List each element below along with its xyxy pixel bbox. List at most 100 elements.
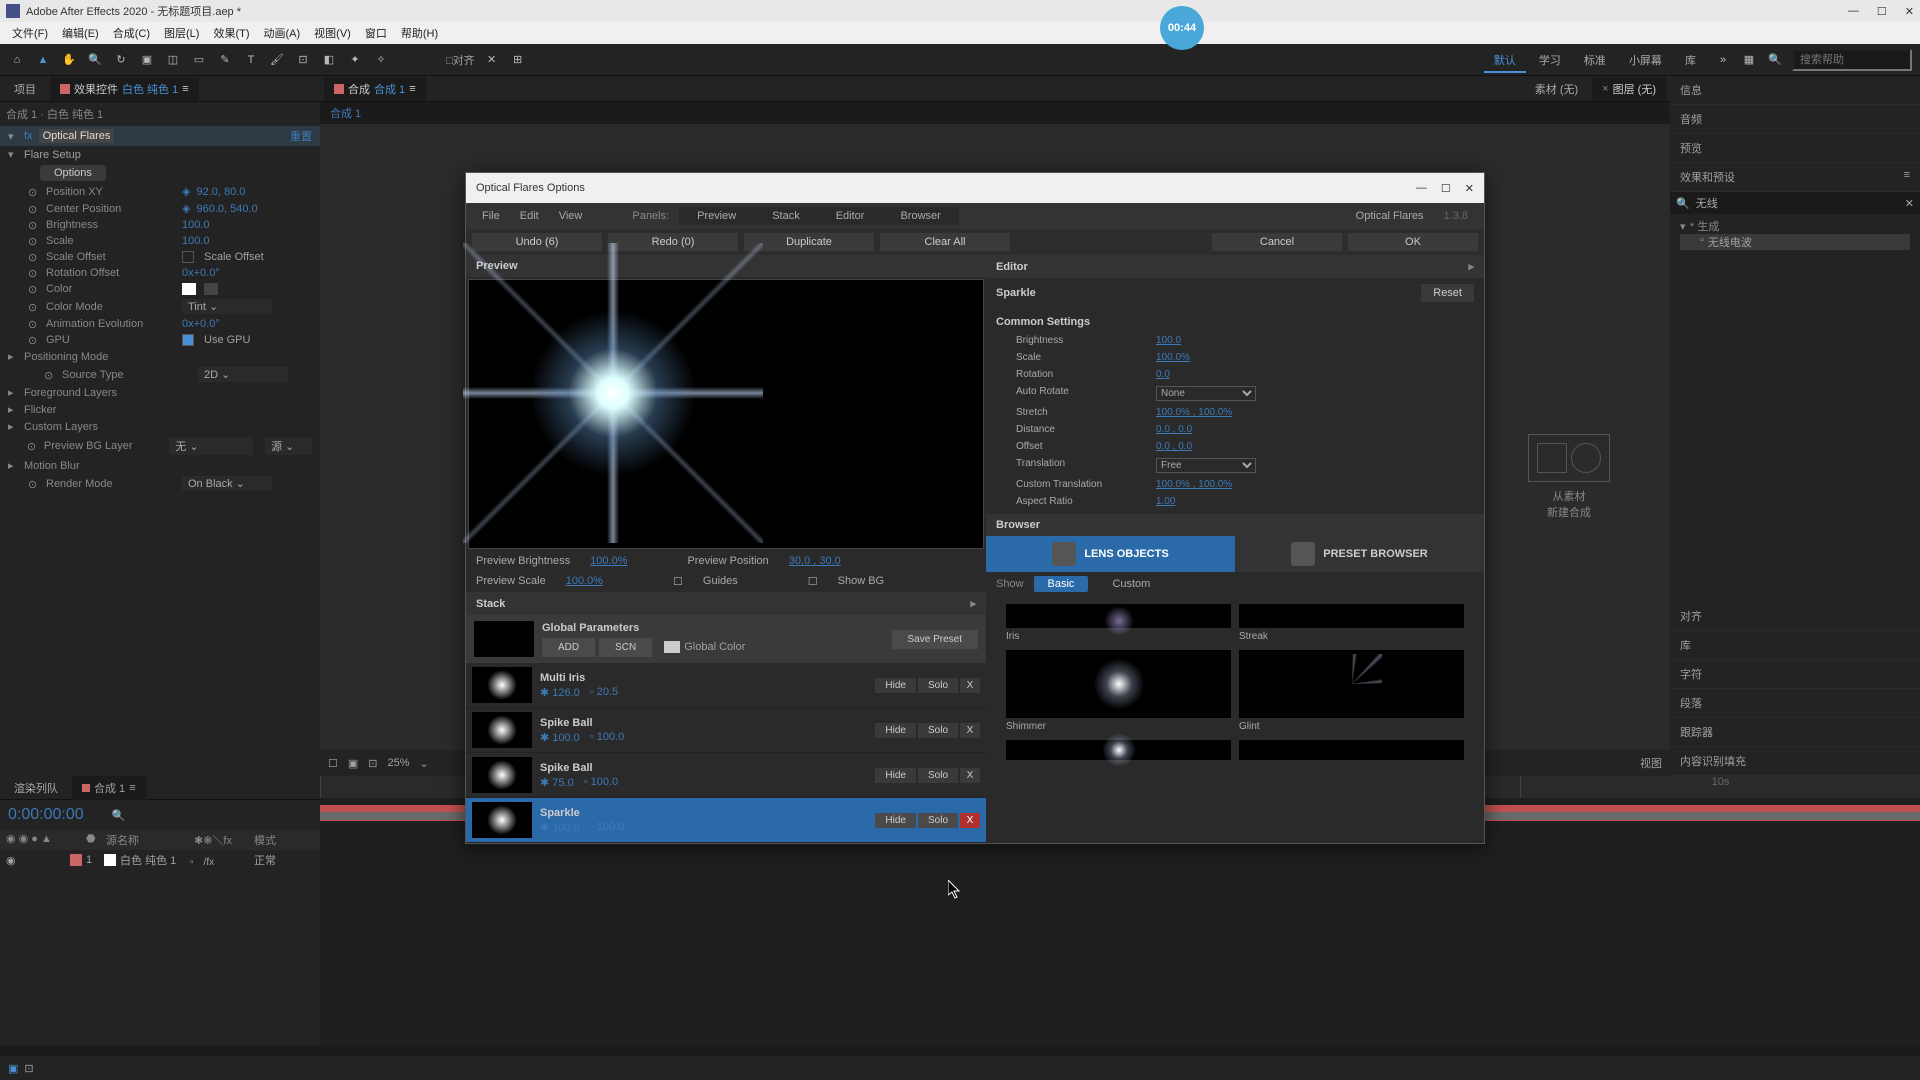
twirl-icon[interactable]: ▸ <box>8 403 18 416</box>
zoom-level[interactable]: 25% <box>388 757 410 769</box>
composition-viewer[interactable]: 从素材 新建合成 <box>320 124 1670 750</box>
tab-footage[interactable]: 素材 (无) <box>1525 77 1588 101</box>
stopwatch-icon[interactable]: ⊙ <box>28 478 40 490</box>
zoom-tool-icon[interactable]: 🔍 <box>86 51 104 69</box>
tab-project[interactable]: 项目 <box>4 77 46 101</box>
prop-checkbox[interactable] <box>182 334 194 346</box>
twirl-icon[interactable]: ▾ <box>8 148 18 161</box>
menu-comp[interactable]: 合成(C) <box>107 23 156 43</box>
timeline-layer-row[interactable]: ◉ 1 白色 纯色 1 ▫ /fx 正常 <box>0 850 320 870</box>
section-preview[interactable]: 预览 <box>1670 134 1920 163</box>
prop-dropdown[interactable]: 源 ⌄ <box>265 437 312 455</box>
selection-tool-icon[interactable]: ▲ <box>34 51 52 69</box>
col-mode[interactable]: 模式 <box>254 832 314 848</box>
twirl-icon[interactable]: ▸ <box>8 350 18 363</box>
prop-value[interactable]: 100.0 <box>182 235 210 247</box>
snap-icon[interactable]: ✕ <box>483 51 501 69</box>
timeline-search-icon[interactable]: 🔍 <box>112 809 126 822</box>
camera-tool-icon[interactable]: ▣ <box>138 51 156 69</box>
zoom-dropdown-icon[interactable]: ⌄ <box>420 757 429 770</box>
section-tracker[interactable]: 跟踪器 <box>1670 718 1920 747</box>
eyedropper-icon[interactable] <box>204 283 218 295</box>
effect-reset[interactable]: 重置 <box>290 128 312 144</box>
color-swatch[interactable] <box>182 283 196 295</box>
section-effects-presets[interactable]: 效果和预设 ≡ <box>1670 163 1920 192</box>
workspace-menu-icon[interactable]: » <box>1714 51 1732 69</box>
puppet-tool-icon[interactable]: ✧ <box>372 51 390 69</box>
clone-tool-icon[interactable]: ⊡ <box>294 51 312 69</box>
search-icon[interactable]: 🔍 <box>1766 51 1784 69</box>
eraser-tool-icon[interactable]: ◧ <box>320 51 338 69</box>
section-character[interactable]: 字符 <box>1670 660 1920 689</box>
section-audio[interactable]: 音频 <box>1670 105 1920 134</box>
time-ruler[interactable]: 07s 08s 09s 10s <box>320 776 1920 798</box>
tab-effect-controls[interactable]: 效果控件 白色 纯色 1 ≡ <box>50 77 199 101</box>
maximize-button[interactable]: ☐ <box>1877 5 1887 18</box>
tab-composition[interactable]: 合成 合成 1 ≡ <box>324 77 426 101</box>
menu-layer[interactable]: 图层(L) <box>158 23 205 43</box>
footer-icon[interactable]: ⊡ <box>24 1062 33 1075</box>
stopwatch-icon[interactable]: ⊙ <box>28 219 40 231</box>
tab-menu-icon[interactable]: ≡ <box>182 83 188 95</box>
prop-value[interactable]: 100.0 <box>182 219 210 231</box>
rect-tool-icon[interactable]: ▭ <box>190 51 208 69</box>
pan-behind-icon[interactable]: ◫ <box>164 51 182 69</box>
workspace-default[interactable]: 默认 <box>1484 51 1526 73</box>
pen-tool-icon[interactable]: ✎ <box>216 51 234 69</box>
text-tool-icon[interactable]: T <box>242 51 260 69</box>
keyframe-nav-icon[interactable]: ◈ <box>182 185 190 198</box>
keyframe-nav-icon[interactable]: ◈ <box>182 202 190 215</box>
help-search-input[interactable] <box>1792 49 1912 71</box>
stopwatch-icon[interactable]: ⊙ <box>28 267 40 279</box>
workspace-learn[interactable]: 学习 <box>1529 51 1571 71</box>
section-content-aware[interactable]: 内容识别填充 <box>1670 747 1920 776</box>
stopwatch-icon[interactable]: ⊙ <box>28 251 40 263</box>
home-icon[interactable]: ⌂ <box>8 51 26 69</box>
tab-menu-icon[interactable]: ≡ <box>129 782 135 794</box>
menu-animation[interactable]: 动画(A) <box>258 23 307 43</box>
prop-value[interactable]: 960.0, 540.0 <box>196 203 257 215</box>
prop-value[interactable]: 0x+0.0° <box>182 267 220 279</box>
options-button[interactable]: Options <box>40 165 106 181</box>
twirl-icon[interactable]: ▸ <box>8 420 18 433</box>
twirl-icon[interactable]: ▾ <box>8 130 18 143</box>
generate-category[interactable]: ▾* 生成 <box>1680 218 1910 234</box>
prop-value[interactable]: 0x+0.0° <box>182 318 220 330</box>
menu-edit[interactable]: 编辑(E) <box>56 23 105 43</box>
menu-window[interactable]: 窗口 <box>359 23 393 43</box>
menu-help[interactable]: 帮助(H) <box>395 23 444 43</box>
workspace-small[interactable]: 小屏幕 <box>1619 51 1672 71</box>
section-align[interactable]: 对齐 <box>1670 602 1920 631</box>
stopwatch-icon[interactable]: ⊙ <box>28 334 40 346</box>
prop-checkbox[interactable] <box>182 251 194 263</box>
viewer-icon[interactable]: ☐ <box>328 757 338 770</box>
col-shy-icon[interactable]: ⬣ <box>86 832 106 848</box>
brush-tool-icon[interactable]: 🖌 <box>268 51 286 69</box>
footer-icon[interactable]: ▣ <box>8 1062 18 1075</box>
stopwatch-icon[interactable]: ⊙ <box>28 203 40 215</box>
section-info[interactable]: 信息 <box>1670 76 1920 105</box>
clear-search-icon[interactable]: ✕ <box>1905 197 1914 210</box>
stopwatch-icon[interactable]: ⊙ <box>27 440 38 452</box>
workspace-standard[interactable]: 标准 <box>1574 51 1616 71</box>
new-comp-placeholder[interactable]: 从素材 新建合成 <box>1528 434 1610 520</box>
layer-switches[interactable]: ▫ /fx <box>190 853 250 868</box>
stopwatch-icon[interactable]: ⊙ <box>28 301 40 313</box>
menu-effect[interactable]: 效果(T) <box>207 23 255 43</box>
section-paragraph[interactable]: 段落 <box>1670 689 1920 718</box>
section-library[interactable]: 库 <box>1670 631 1920 660</box>
timecode[interactable]: 0:00:00:00 <box>0 800 92 830</box>
snap-grid-icon[interactable]: ⊞ <box>509 51 527 69</box>
prop-dropdown[interactable]: On Black ⌄ <box>182 476 272 491</box>
stopwatch-icon[interactable]: ⊙ <box>28 186 40 198</box>
roto-tool-icon[interactable]: ✦ <box>346 51 364 69</box>
layer-toggles[interactable]: ◉ <box>6 852 66 868</box>
workspace-lib[interactable]: 库 <box>1675 51 1706 71</box>
tab-menu-icon[interactable]: ≡ <box>409 83 415 95</box>
stopwatch-icon[interactable]: ⊙ <box>28 318 40 330</box>
prop-dropdown[interactable]: 无 ⌄ <box>169 437 253 455</box>
minimize-button[interactable]: — <box>1848 5 1859 18</box>
comp-breadcrumb[interactable]: 合成 1 <box>330 108 361 120</box>
twirl-icon[interactable]: ▸ <box>8 386 18 399</box>
prop-value[interactable]: 92.0, 80.0 <box>196 186 245 198</box>
